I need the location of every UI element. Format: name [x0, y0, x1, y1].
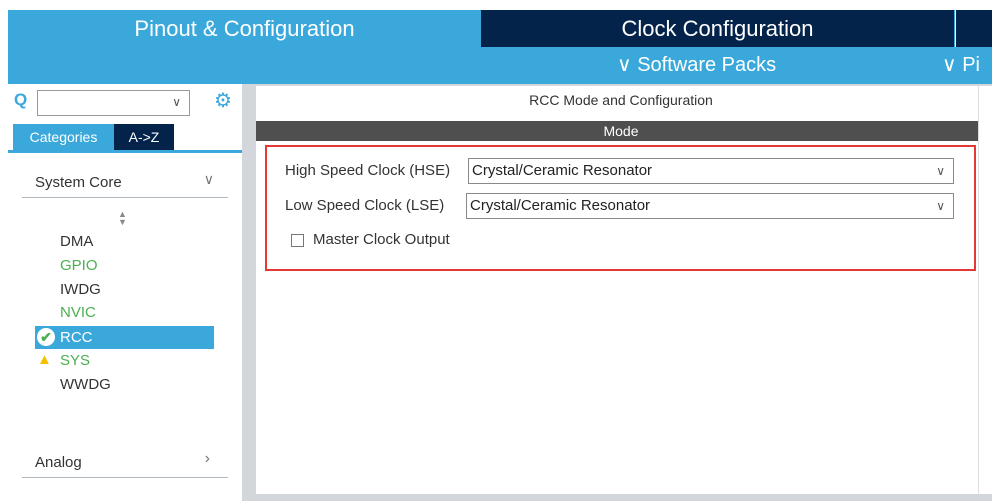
chevron-down-icon: ∨ [936, 164, 945, 178]
software-packs-label: Software Packs [637, 54, 777, 76]
lse-select[interactable]: Crystal/Ceramic Resonator ∨ [466, 193, 954, 219]
warning-icon: ▲ [37, 351, 52, 368]
pinout-label: Pi [962, 54, 980, 76]
lse-value: Crystal/Ceramic Resonator [470, 197, 651, 214]
chevron-down-icon: ∨ [203, 171, 214, 187]
lse-label: Low Speed Clock (LSE) [285, 197, 445, 214]
chevron-down-icon: ∨ [617, 54, 638, 76]
mco-label: Master Clock Output [313, 231, 450, 248]
scrollbar[interactable] [978, 86, 992, 494]
mco-checkbox[interactable] [291, 234, 304, 247]
group-label: System Core [35, 174, 122, 191]
chevron-down-icon: ∨ [942, 54, 963, 76]
gear-icon[interactable]: ⚙ [214, 88, 232, 113]
software-packs-menu[interactable]: ∨ Software Packs [617, 52, 776, 77]
hse-label: High Speed Clock (HSE) [285, 162, 451, 179]
group-analog[interactable]: Analog › [22, 450, 228, 478]
group-label: Analog [35, 454, 82, 471]
list-item-wwdg[interactable]: WWDG [60, 376, 111, 393]
list-item-rcc[interactable]: ✔ RCC [35, 326, 214, 349]
tab-underline [8, 150, 242, 153]
chevron-down-icon: ∨ [172, 95, 181, 109]
group-system-core[interactable]: System Core ∨ [22, 171, 228, 198]
search-input[interactable]: ∨ [37, 90, 190, 116]
list-item-iwdg[interactable]: IWDG [60, 281, 101, 298]
tab-clock-configuration[interactable]: Clock Configuration [481, 10, 954, 47]
mode-header: Mode [256, 121, 986, 141]
tab-a-z[interactable]: A->Z [114, 124, 174, 150]
panel-title: RCC Mode and Configuration [529, 92, 713, 108]
panel-splitter[interactable] [242, 84, 252, 501]
tab-categories[interactable]: Categories [13, 124, 114, 150]
search-icon: Q [14, 90, 28, 109]
item-label: RCC [60, 329, 93, 346]
hse-value: Crystal/Ceramic Resonator [472, 162, 653, 179]
tab-pinout-configuration[interactable]: Pinout & Configuration [8, 10, 481, 47]
tab-overflow[interactable] [955, 10, 992, 47]
chevron-down-icon: ∨ [936, 199, 945, 213]
sort-icon[interactable]: ▲ ▼ [118, 210, 127, 227]
check-icon: ✔ [37, 328, 55, 346]
list-item-nvic[interactable]: NVIC [60, 304, 96, 321]
list-item-sys[interactable]: SYS [60, 352, 90, 369]
list-item-gpio[interactable]: GPIO [60, 257, 98, 274]
hse-select[interactable]: Crystal/Ceramic Resonator ∨ [468, 158, 954, 184]
chevron-right-icon: › [204, 450, 210, 467]
pinout-menu[interactable]: ∨ Pi [942, 52, 980, 77]
list-item-dma[interactable]: DMA [60, 233, 93, 250]
